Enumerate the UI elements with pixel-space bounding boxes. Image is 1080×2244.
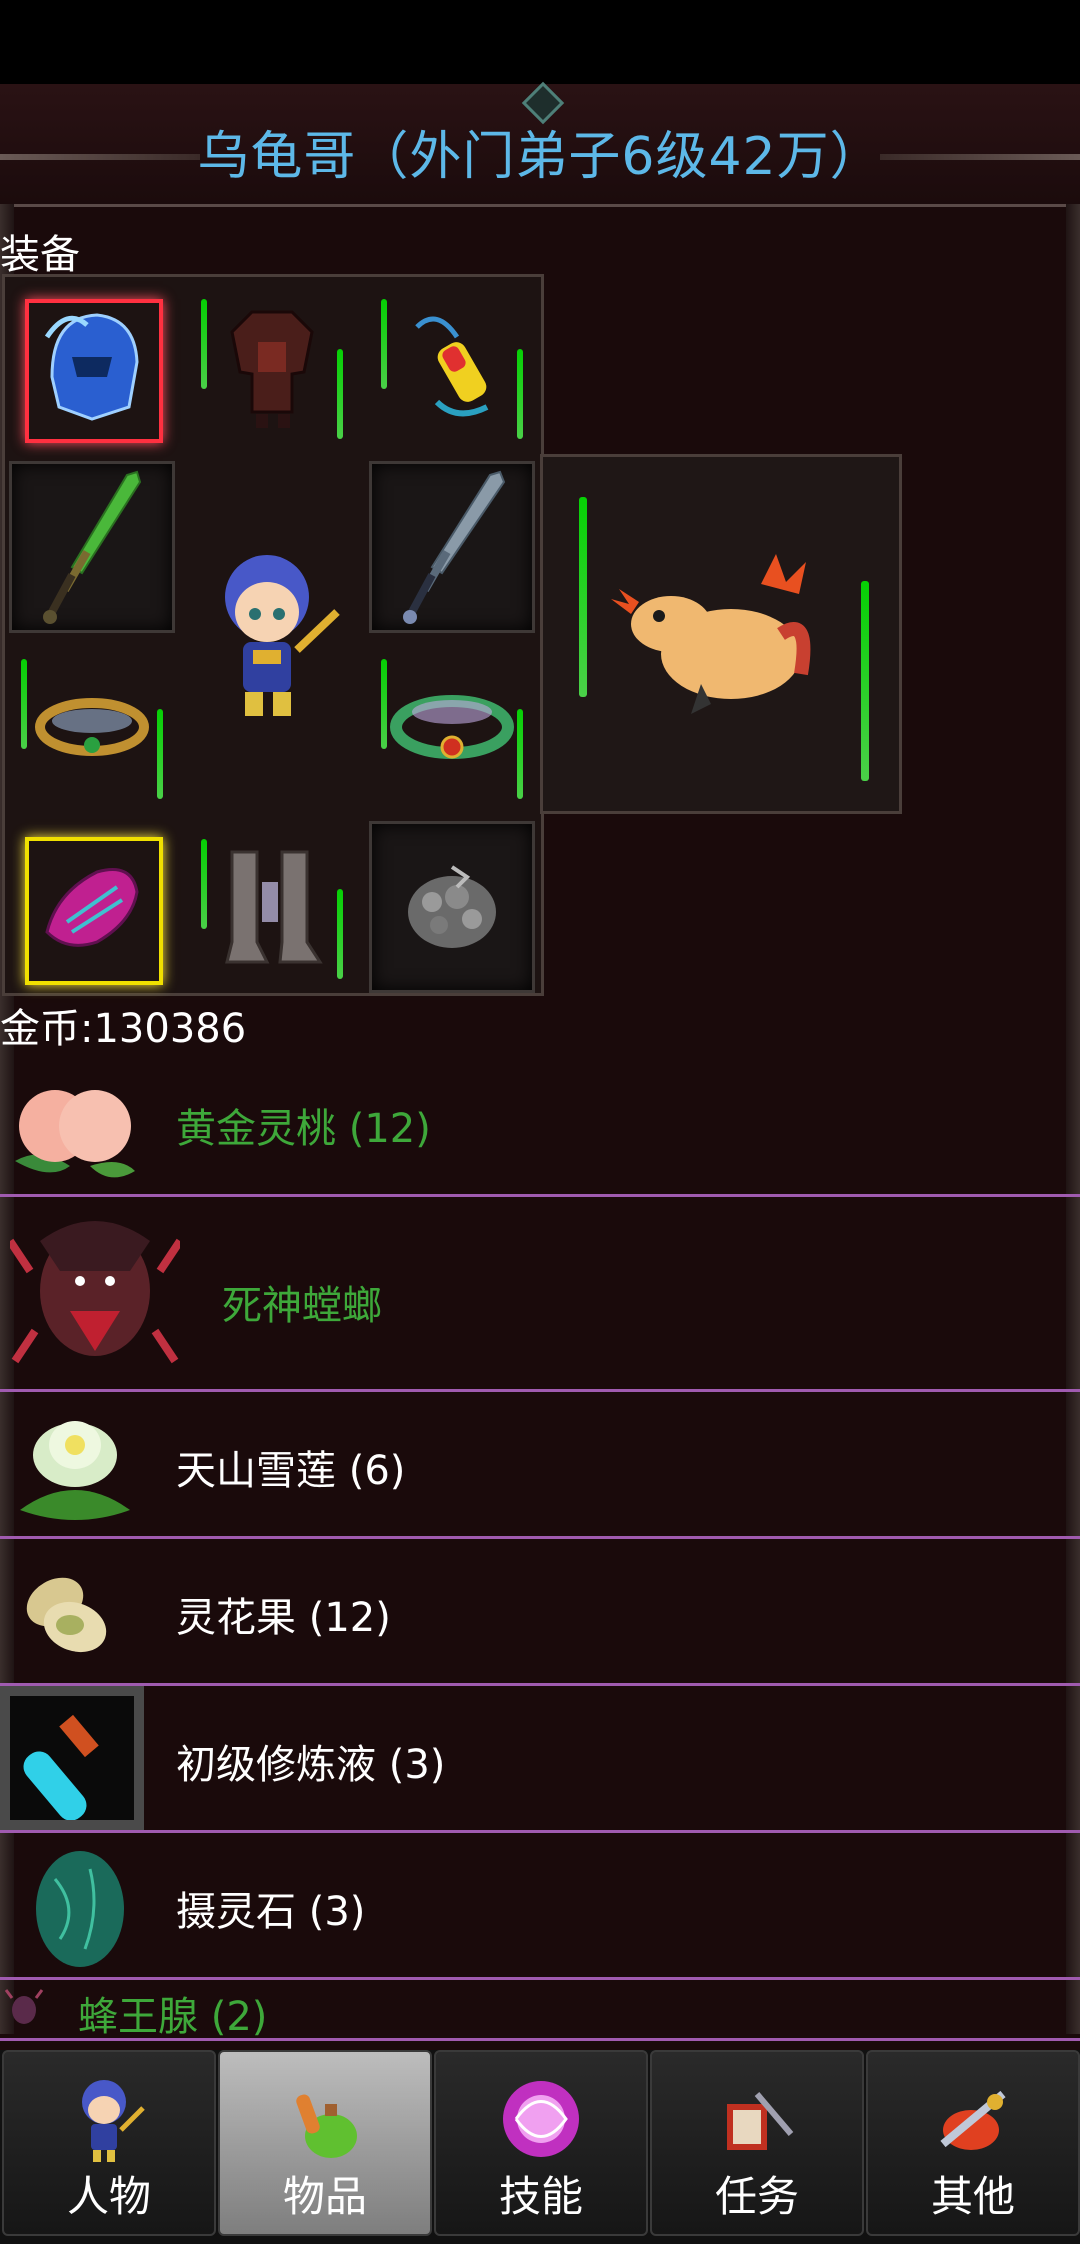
glow-right <box>157 709 163 799</box>
helmet-icon <box>44 313 139 421</box>
green-stone-icon <box>36 1851 124 1967</box>
slot-gem[interactable] <box>369 821 535 993</box>
equipment-grid <box>2 274 544 996</box>
list-item[interactable]: 天山雪莲 (6) <box>0 1392 1080 1539</box>
tab-items[interactable]: 物品 <box>218 2050 432 2236</box>
other-icon <box>940 2090 1006 2150</box>
bracelet-right-icon <box>390 695 514 759</box>
item-name: 黄金灵桃 (12) <box>176 1106 431 1152</box>
slot-helmet[interactable] <box>9 281 175 453</box>
bottom-nav: 人物 物品 技能 任务 其他 <box>0 2050 1080 2244</box>
bee-icon <box>4 1989 44 2024</box>
list-item[interactable]: 死神螳螂 <box>0 1197 1080 1392</box>
tab-skills[interactable]: 技能 <box>434 2050 648 2236</box>
item-name: 死神螳螂 <box>222 1283 382 1329</box>
peach-icon <box>15 1090 135 1178</box>
slot-weapon-left[interactable] <box>9 461 175 633</box>
glow-left <box>201 839 207 929</box>
slot-boots[interactable] <box>189 821 355 993</box>
pet-slot[interactable] <box>540 454 902 814</box>
glow-right <box>517 349 523 439</box>
slot-bracelet-left[interactable] <box>9 641 175 813</box>
skill-orb-icon <box>503 2081 579 2157</box>
item-name: 灵花果 (12) <box>176 1595 391 1641</box>
boots-icon <box>225 850 323 964</box>
pet-lizard-icon <box>611 554 811 714</box>
bag-potion-icon <box>296 2094 357 2158</box>
list-item[interactable]: 蜂王腺 (2) <box>0 1980 1080 2041</box>
potion-icon <box>10 1696 134 1820</box>
glow-right <box>517 709 523 799</box>
slot-bracelet-right[interactable] <box>369 641 535 813</box>
sword-left-icon <box>43 470 142 624</box>
nut-icon <box>26 1577 107 1653</box>
tab-character[interactable]: 人物 <box>2 2050 216 2236</box>
slot-weapon-right[interactable] <box>369 461 535 633</box>
title-bar: 乌龟哥（外门弟子6级42万） <box>0 81 1080 207</box>
gold-amount: 金币:130386 <box>0 1006 247 1052</box>
glow-right <box>337 349 343 439</box>
tab-quests[interactable]: 任务 <box>650 2050 864 2236</box>
list-item[interactable]: 黄金灵桃 (12) <box>0 1070 1080 1197</box>
glow-left <box>201 299 207 389</box>
item-name: 初级修炼液 (3) <box>176 1742 446 1788</box>
equipment-label: 装备 <box>0 232 80 278</box>
gem-icon <box>408 865 496 948</box>
slot-gloves[interactable] <box>9 821 175 993</box>
bracelet-left-icon <box>35 698 149 756</box>
item-name: 蜂王腺 (2) <box>78 1994 268 2040</box>
mantis-icon <box>10 1221 180 1364</box>
sword-right-icon <box>403 470 506 624</box>
character-icon <box>82 2080 145 2162</box>
glow-left <box>579 497 587 697</box>
tab-label: 任务 <box>714 2172 799 2221</box>
tab-label: 技能 <box>498 2172 583 2221</box>
character-avatar <box>189 461 365 813</box>
slot-armor[interactable] <box>189 281 355 453</box>
tab-label: 其他 <box>930 2172 1015 2221</box>
glow-right <box>861 581 869 781</box>
tab-label: 人物 <box>66 2172 151 2221</box>
glow-left <box>21 659 27 749</box>
item-icon-frame <box>0 1686 144 1830</box>
page-title: 乌龟哥（外门弟子6级42万） <box>197 127 883 187</box>
slot-necklace[interactable] <box>369 281 535 453</box>
necklace-icon <box>415 316 489 417</box>
list-item[interactable]: 摄灵石 (3) <box>0 1833 1080 1980</box>
glow-right <box>337 889 343 979</box>
status-bar <box>0 0 1080 84</box>
quest-icon <box>727 2092 794 2150</box>
tab-label: 物品 <box>282 2172 367 2221</box>
list-item[interactable]: 初级修炼液 (3) <box>0 1686 1080 1833</box>
glove-icon <box>45 868 139 947</box>
armor-icon <box>230 310 314 428</box>
list-item[interactable]: 灵花果 (12) <box>0 1539 1080 1686</box>
tab-other[interactable]: 其他 <box>866 2050 1080 2236</box>
item-name: 天山雪莲 (6) <box>176 1448 406 1494</box>
character-figure-icon <box>225 555 340 716</box>
item-name: 摄灵石 (3) <box>176 1889 366 1935</box>
glow-left <box>381 299 387 389</box>
lotus-icon <box>20 1421 130 1520</box>
